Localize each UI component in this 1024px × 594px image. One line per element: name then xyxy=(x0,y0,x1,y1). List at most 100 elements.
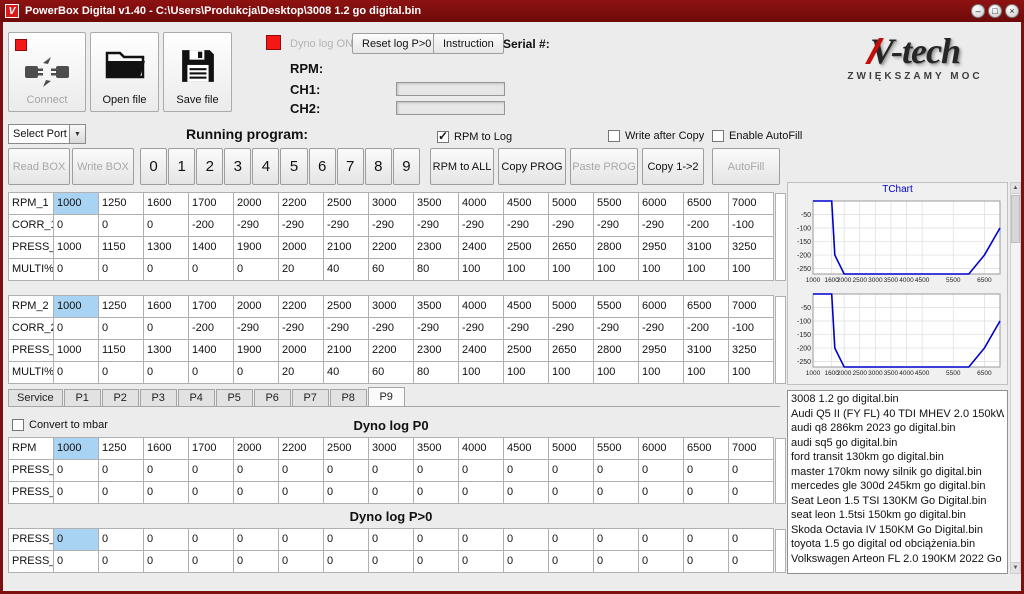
table-cell[interactable]: 0 xyxy=(684,551,729,573)
table-cell[interactable]: 0 xyxy=(54,215,99,237)
table-cell[interactable]: -200 xyxy=(189,318,234,340)
table-cell[interactable]: 100 xyxy=(459,362,504,384)
table-cell[interactable]: 4500 xyxy=(504,438,549,460)
table-cell[interactable]: 0 xyxy=(54,362,99,384)
autofill-button[interactable]: AutoFill xyxy=(712,148,780,185)
rpm-to-all-button[interactable]: RPM to ALL xyxy=(430,148,494,185)
file-item[interactable]: Volkswagen Arteon FL 2.0 190KM 2022 Go D… xyxy=(791,552,1004,567)
table-cell[interactable]: 0 xyxy=(99,529,144,551)
table-cell[interactable]: 5500 xyxy=(594,438,639,460)
table-cell[interactable]: 0 xyxy=(369,551,414,573)
table-cell[interactable]: 0 xyxy=(54,529,99,551)
table-cell[interactable]: 100 xyxy=(504,259,549,281)
table-cell[interactable]: 0 xyxy=(99,460,144,482)
table-cell[interactable]: 2800 xyxy=(594,340,639,362)
table-cell[interactable]: 6500 xyxy=(684,193,729,215)
table-cell[interactable]: 0 xyxy=(594,482,639,504)
tab-p3[interactable]: P3 xyxy=(139,389,177,406)
table-cell[interactable]: 0 xyxy=(234,482,279,504)
table-cell[interactable]: 0 xyxy=(594,460,639,482)
table-cell[interactable]: 100 xyxy=(639,259,684,281)
table-cell[interactable]: 0 xyxy=(144,318,189,340)
digit-button-6[interactable]: 6 xyxy=(308,148,336,185)
table-cell[interactable]: 6000 xyxy=(639,438,684,460)
table-cell[interactable]: 100 xyxy=(504,362,549,384)
table-cell[interactable]: 3250 xyxy=(729,237,774,259)
table-cell[interactable]: 100 xyxy=(549,259,594,281)
open-file-button[interactable]: Open file xyxy=(90,32,159,112)
table-cell[interactable]: 1400 xyxy=(189,237,234,259)
write-after-copy-checkbox[interactable]: Write after Copy xyxy=(608,130,704,142)
table-cell[interactable]: 60 xyxy=(369,259,414,281)
table-cell[interactable]: 1300 xyxy=(144,340,189,362)
table-cell[interactable]: -290 xyxy=(549,215,594,237)
table-cell[interactable]: -290 xyxy=(459,215,504,237)
table-cell[interactable]: 0 xyxy=(189,482,234,504)
table-cell[interactable]: -290 xyxy=(414,318,459,340)
file-item[interactable]: seat leon 1.5tsi 150km go digital.bin xyxy=(791,508,1004,523)
table-cell[interactable]: 3250 xyxy=(729,340,774,362)
digit-button-0[interactable]: 0 xyxy=(140,148,168,185)
reset-log-button[interactable]: Reset log P>0 xyxy=(352,33,442,54)
table-cell[interactable]: 0 xyxy=(684,482,729,504)
digit-button-8[interactable]: 8 xyxy=(364,148,392,185)
table-cell[interactable]: 0 xyxy=(189,551,234,573)
digit-button-4[interactable]: 4 xyxy=(252,148,280,185)
digit-button-5[interactable]: 5 xyxy=(280,148,308,185)
table-cell[interactable]: 2000 xyxy=(279,237,324,259)
table-cell[interactable]: 3000 xyxy=(369,296,414,318)
table-cell[interactable]: 0 xyxy=(684,529,729,551)
table-cell[interactable]: 2000 xyxy=(234,193,279,215)
table-cell[interactable]: 0 xyxy=(549,482,594,504)
table-cell[interactable]: 0 xyxy=(144,551,189,573)
table-cell[interactable]: 0 xyxy=(144,482,189,504)
table-cell[interactable]: 1250 xyxy=(99,438,144,460)
table-cell[interactable]: 6000 xyxy=(639,296,684,318)
table-cell[interactable]: 0 xyxy=(729,551,774,573)
table-cell[interactable]: 4000 xyxy=(459,296,504,318)
table-cell[interactable]: -290 xyxy=(594,318,639,340)
table-cell[interactable]: 20 xyxy=(279,362,324,384)
table-cell[interactable]: 0 xyxy=(729,529,774,551)
table-cell[interactable]: 0 xyxy=(324,460,369,482)
table-cell[interactable]: 2800 xyxy=(594,237,639,259)
table-cell[interactable]: 2650 xyxy=(549,237,594,259)
table-cell[interactable]: 100 xyxy=(684,362,729,384)
table-cell[interactable]: 0 xyxy=(414,551,459,573)
file-item[interactable]: Skoda Octavia IV 150KM Go Digital.bin xyxy=(791,523,1004,538)
table-cell[interactable]: 0 xyxy=(234,529,279,551)
table-cell[interactable]: 0 xyxy=(549,529,594,551)
table-cell[interactable]: 2500 xyxy=(504,340,549,362)
table-cell[interactable]: 5000 xyxy=(549,438,594,460)
table-cell[interactable]: 0 xyxy=(639,482,684,504)
table-cell[interactable]: 0 xyxy=(684,460,729,482)
table-cell[interactable]: 2200 xyxy=(279,438,324,460)
table-cell[interactable]: 0 xyxy=(594,551,639,573)
tab-p5[interactable]: P5 xyxy=(215,389,253,406)
digit-button-7[interactable]: 7 xyxy=(336,148,364,185)
table-cell[interactable]: 20 xyxy=(279,259,324,281)
table-cell[interactable]: 0 xyxy=(369,482,414,504)
table-cell[interactable]: 0 xyxy=(234,460,279,482)
table-cell[interactable]: 0 xyxy=(504,482,549,504)
table-cell[interactable]: -290 xyxy=(504,318,549,340)
tab-p6[interactable]: P6 xyxy=(253,389,291,406)
table-cell[interactable]: 2000 xyxy=(234,296,279,318)
table-cell[interactable]: 0 xyxy=(459,529,504,551)
table-cell[interactable]: 3100 xyxy=(684,340,729,362)
table-cell[interactable]: 1000 xyxy=(54,438,99,460)
maximize-button[interactable]: □ xyxy=(988,4,1002,18)
checkbox-icon[interactable] xyxy=(608,130,620,142)
table-cell[interactable]: 0 xyxy=(99,551,144,573)
table-cell[interactable]: -200 xyxy=(684,215,729,237)
paste-prog-button[interactable]: Paste PROG xyxy=(570,148,638,185)
vertical-scrollbar[interactable]: ▲ ▼ xyxy=(1010,182,1021,574)
table-cell[interactable]: 0 xyxy=(639,551,684,573)
checkbox-icon[interactable] xyxy=(712,130,724,142)
table-cell[interactable]: 2200 xyxy=(369,237,414,259)
table-cell[interactable]: 2500 xyxy=(324,296,369,318)
file-item[interactable]: 3008 1.2 go digital.bin xyxy=(791,392,1004,407)
table-cell[interactable]: 4000 xyxy=(459,193,504,215)
table-cell[interactable]: 0 xyxy=(144,529,189,551)
table-cell[interactable]: 0 xyxy=(99,215,144,237)
